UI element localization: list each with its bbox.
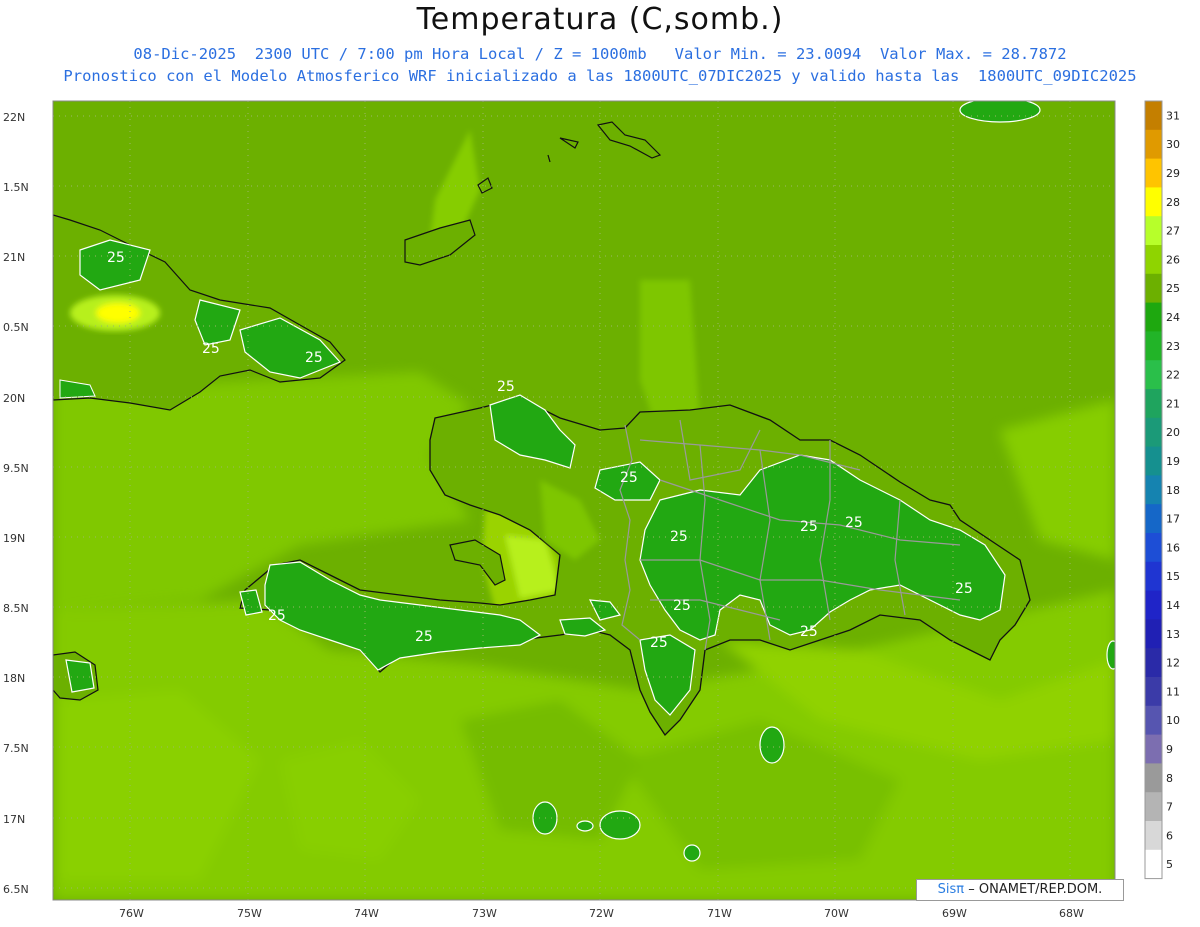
colorbar-label: 17 <box>1166 513 1180 526</box>
colorbar-label: 27 <box>1166 225 1180 238</box>
contour-label: 25 <box>620 470 638 486</box>
credit-box: Sisπ – ONAMET/REP.DOM. <box>916 879 1124 901</box>
colorbar-swatch <box>1145 504 1162 534</box>
contour-label: 25 <box>800 519 818 535</box>
colorbar-label: 21 <box>1166 397 1180 410</box>
colorbar-label: 13 <box>1166 628 1180 641</box>
lat-tick-label: 17N <box>3 813 25 826</box>
colorbar-label: 6 <box>1166 829 1173 842</box>
contour-label: 25 <box>415 629 433 645</box>
colorbar-label: 23 <box>1166 340 1180 353</box>
lat-tick-label: 22N <box>3 111 25 124</box>
lon-tick-label: 71W <box>707 907 732 920</box>
colorbar-label: 7 <box>1166 801 1173 814</box>
colorbar-swatch <box>1145 302 1162 332</box>
colorbar-label: 10 <box>1166 714 1180 727</box>
lat-tick-label: 18N <box>3 672 25 685</box>
colorbar-swatch <box>1145 763 1162 793</box>
colorbar-swatch <box>1145 792 1162 822</box>
lat-tick-label: 6.5N <box>3 883 29 896</box>
lat-tick-label: 20N <box>3 392 25 405</box>
colorbar-swatch <box>1145 821 1162 851</box>
map-plot-area <box>53 101 1115 900</box>
colorbar-swatch <box>1145 389 1162 419</box>
contour-label: 25 <box>845 515 863 531</box>
colorbar-swatch <box>1145 705 1162 736</box>
contour-label: 25 <box>800 624 818 640</box>
colorbar-swatch <box>1145 417 1162 448</box>
colorbar-label: 19 <box>1166 455 1180 468</box>
colorbar-label: 18 <box>1166 484 1180 497</box>
colorbar-label: 29 <box>1166 167 1180 180</box>
colorbar-swatch <box>1145 360 1162 390</box>
contour-label: 25 <box>305 350 323 366</box>
lon-tick-label: 76W <box>119 907 144 920</box>
lon-tick-label: 73W <box>472 907 497 920</box>
colorbar-label: 26 <box>1166 253 1180 266</box>
contour-label: 25 <box>670 529 688 545</box>
temperature-map: 25 25 25 25 25 25 25 25 25 25 25 25 25 2… <box>3 100 1180 920</box>
lat-tick-label: 8.5N <box>3 602 29 615</box>
contour-label: 25 <box>107 250 125 266</box>
colorbar-swatch <box>1145 561 1162 592</box>
colorbar-swatch <box>1145 101 1162 131</box>
lon-tick-label: 70W <box>824 907 849 920</box>
contour-label: 25 <box>673 598 691 614</box>
colorbar-label: 9 <box>1166 743 1173 756</box>
colorbar-swatch <box>1145 734 1162 764</box>
colorbar-swatch <box>1145 475 1162 505</box>
colorbar-swatch <box>1145 590 1162 620</box>
colorbar-swatch <box>1145 245 1162 275</box>
contour-label: 25 <box>497 379 515 395</box>
contour-label: 25 <box>268 608 286 624</box>
colorbar-label: 24 <box>1166 311 1180 324</box>
colorbar-label: 30 <box>1166 138 1180 151</box>
lat-tick-label: 9.5N <box>3 462 29 475</box>
colorbar-swatch <box>1145 129 1162 160</box>
colorbar-label: 12 <box>1166 657 1180 670</box>
colorbar-label: 20 <box>1166 426 1180 439</box>
colorbar-swatch <box>1145 849 1162 880</box>
colorbar-swatch <box>1145 619 1162 649</box>
contour-label: 25 <box>650 635 668 651</box>
lat-tick-label: 1.5N <box>3 181 29 194</box>
color-scale-legend: 31 30 29 28 27 26 25 24 23 22 21 20 19 18 17 16 15 14 13 12… <box>1144 100 1180 880</box>
colorbar-label: 25 <box>1166 282 1180 295</box>
longitude-axis: 76W 75W 74W 73W 72W 71W 70W 69W 68W <box>119 907 1084 920</box>
contour-label: 25 <box>955 581 973 597</box>
colorbar-label: 31 <box>1166 109 1180 122</box>
colorbar-swatch <box>1145 446 1162 476</box>
colorbar-label: 8 <box>1166 772 1173 785</box>
lat-tick-label: 0.5N <box>3 321 29 334</box>
colorbar-swatch <box>1145 158 1162 188</box>
lon-tick-label: 74W <box>354 907 379 920</box>
lon-tick-label: 72W <box>589 907 614 920</box>
colorbar-swatch <box>1145 273 1162 304</box>
latitude-axis: 22N 1.5N 21N 0.5N 20N 9.5N 19N 8.5N 18N … <box>3 111 29 896</box>
colorbar-label: 5 <box>1166 858 1173 871</box>
lon-tick-label: 75W <box>237 907 262 920</box>
sispi-logo: Sisπ <box>937 882 965 897</box>
lat-tick-label: 7.5N <box>3 742 29 755</box>
lon-tick-label: 68W <box>1059 907 1084 920</box>
colorbar-swatch <box>1145 677 1162 707</box>
colorbar-swatch <box>1145 331 1162 361</box>
lat-tick-label: 19N <box>3 532 25 545</box>
colorbar-swatch <box>1145 533 1162 563</box>
colorbar-label: 15 <box>1166 570 1180 583</box>
credit-text: – ONAMET/REP.DOM. <box>968 882 1103 897</box>
colorbar-label: 16 <box>1166 541 1180 554</box>
lat-tick-label: 21N <box>3 251 25 264</box>
colorbar-label: 11 <box>1166 685 1180 698</box>
colorbar-swatch <box>1145 187 1162 217</box>
colorbar-label: 14 <box>1166 599 1180 612</box>
colorbar-label: 22 <box>1166 369 1180 382</box>
contour-label: 25 <box>202 341 220 357</box>
colorbar-label: 28 <box>1166 196 1180 209</box>
lon-tick-label: 69W <box>942 907 967 920</box>
colorbar-swatch <box>1145 216 1162 246</box>
colorbar-swatch <box>1145 648 1162 678</box>
